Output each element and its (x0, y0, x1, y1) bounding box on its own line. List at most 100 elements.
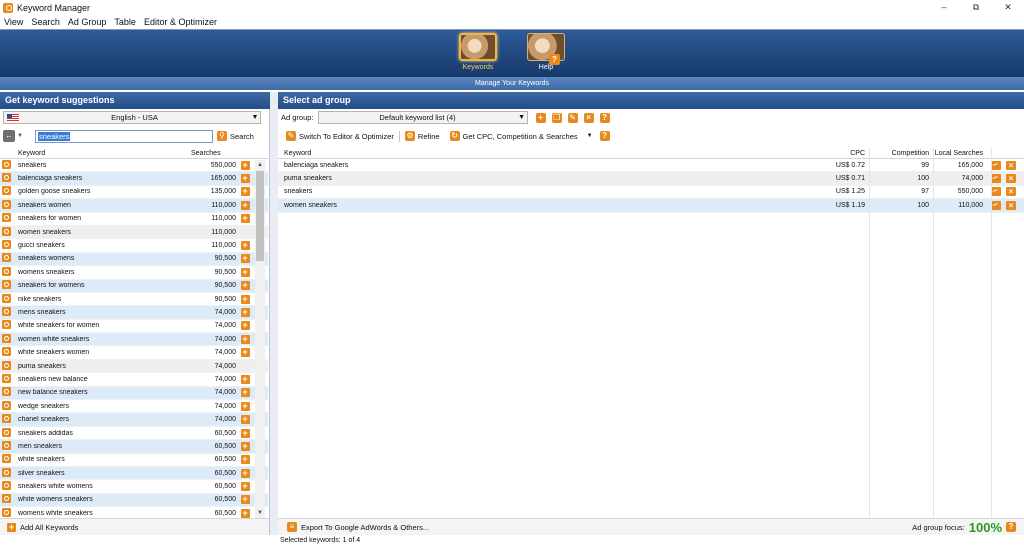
table-row[interactable]: womens sneakers 90,500 + (0, 266, 268, 280)
history-dropdown-icon[interactable]: ▼ (15, 133, 25, 139)
refine-button[interactable]: ⚙ Refine (400, 131, 445, 141)
trend-chart-icon[interactable] (991, 200, 1001, 210)
table-row[interactable]: sneakers addidas 60,500 + (0, 427, 268, 441)
table-row[interactable]: women sneakers US$ 1.19 100 110,000 × (278, 199, 1024, 213)
nav-keywords-button[interactable]: Keywords (456, 33, 500, 71)
table-row[interactable]: silver sneakers 60,500 + (0, 466, 268, 481)
help-icon[interactable]: ? (599, 131, 610, 141)
table-row[interactable]: gucci sneakers 110,000 + (0, 239, 268, 253)
col-local-searches[interactable]: Local Searches (929, 148, 987, 158)
table-row[interactable]: sneakers womens 90,500 + (0, 252, 268, 267)
add-keyword-icon[interactable]: + (240, 374, 250, 384)
table-row[interactable]: chanel sneakers 74,000 + (0, 413, 268, 427)
export-button[interactable]: ≡ Export To Google AdWords & Others... (278, 522, 429, 532)
add-keyword-icon[interactable]: + (240, 307, 250, 317)
scroll-thumb[interactable] (256, 171, 264, 261)
menu-search[interactable]: Search (27, 17, 64, 27)
table-row[interactable]: men sneakers 60,500 + (0, 440, 268, 454)
add-keyword-icon[interactable]: + (240, 187, 250, 197)
table-row[interactable]: puma sneakers 74,000 (0, 359, 268, 374)
language-select[interactable]: English - USA ▼ (3, 111, 261, 124)
col-keyword[interactable]: Keyword (14, 148, 189, 158)
add-ad-group-icon[interactable]: + (535, 112, 546, 123)
add-keyword-icon[interactable]: + (240, 241, 250, 251)
table-row[interactable]: golden goose sneakers 135,000 + (0, 186, 268, 200)
menu-view[interactable]: View (0, 17, 27, 27)
table-row[interactable]: white sneakers for women 74,000 + (0, 320, 268, 334)
table-row[interactable]: balenciaga sneakers US$ 0.72 99 165,000 × (278, 159, 1024, 173)
add-all-keywords-button[interactable]: + Add All Keywords (0, 522, 78, 532)
add-keyword-icon[interactable]: + (240, 321, 250, 331)
add-keyword-icon[interactable]: + (240, 468, 250, 478)
add-keyword-icon[interactable]: + (240, 415, 250, 425)
add-keyword-icon[interactable]: + (240, 254, 250, 264)
table-row[interactable]: sneakers 550,000 + (0, 159, 268, 173)
search-button[interactable]: ⚲ Search (217, 130, 254, 143)
col-searches[interactable]: Searches (189, 148, 239, 158)
scroll-down-icon[interactable]: ▼ (255, 508, 265, 518)
add-keyword-icon[interactable]: + (240, 334, 250, 344)
table-row[interactable]: women white sneakers 74,000 + (0, 333, 268, 347)
suggestions-scrollbar[interactable]: ▲ ▼ (255, 160, 265, 518)
close-button[interactable]: ✕ (992, 0, 1024, 15)
chevron-down-icon[interactable]: ▼ (587, 133, 593, 139)
table-row[interactable]: sneakers US$ 1.25 97 550,000 × (278, 186, 1024, 200)
menu-ad-group[interactable]: Ad Group (64, 17, 111, 27)
add-keyword-icon[interactable]: + (240, 281, 250, 291)
add-keyword-icon[interactable]: + (240, 455, 250, 465)
add-keyword-icon[interactable]: + (240, 401, 250, 411)
add-keyword-icon[interactable]: + (240, 508, 250, 518)
table-row[interactable]: wedge sneakers 74,000 + (0, 400, 268, 414)
remove-icon[interactable]: × (1006, 160, 1016, 170)
restore-button[interactable]: ⧉ (960, 0, 992, 15)
trend-chart-icon[interactable] (991, 187, 1001, 197)
table-row[interactable]: white sneakers women 74,000 + (0, 346, 268, 360)
add-keyword-icon[interactable]: + (240, 294, 250, 304)
rename-ad-group-icon[interactable]: ✎ (567, 112, 578, 123)
add-keyword-icon[interactable]: + (240, 200, 250, 210)
col-cpc[interactable]: CPC (813, 148, 865, 158)
add-keyword-icon[interactable]: + (240, 214, 250, 224)
table-row[interactable]: nike sneakers 90,500 + (0, 293, 268, 307)
table-row[interactable]: white sneakers 60,500 + (0, 454, 268, 467)
menu-table[interactable]: Table (110, 17, 140, 27)
table-row[interactable]: balenciaga sneakers 165,000 + (0, 172, 268, 186)
add-keyword-icon[interactable]: + (240, 160, 250, 170)
get-cpc-button[interactable]: ↻ Get CPC, Competition & Searches ▼ (445, 131, 598, 141)
remove-icon[interactable]: × (1006, 174, 1016, 184)
table-row[interactable]: new balance sneakers 74,000 + (0, 386, 268, 401)
panel-splitter[interactable] (270, 92, 278, 535)
scroll-up-icon[interactable]: ▲ (255, 160, 265, 170)
minimize-button[interactable]: – (928, 0, 960, 15)
add-keyword-icon[interactable]: + (240, 482, 250, 492)
table-row[interactable]: sneakers new balance 74,000 + (0, 373, 268, 387)
trend-chart-icon[interactable] (991, 174, 1001, 184)
col-keyword[interactable]: Keyword (278, 148, 813, 158)
help-icon[interactable]: ? (599, 112, 610, 123)
add-keyword-icon[interactable]: + (240, 174, 250, 184)
nav-help-button[interactable]: ? Help (524, 33, 568, 71)
delete-ad-group-icon[interactable]: × (583, 112, 594, 123)
switch-editor-button[interactable]: ✎ Switch To Editor & Optimizer (281, 131, 399, 141)
table-row[interactable]: puma sneakers US$ 0.71 100 74,000 × (278, 172, 1024, 186)
help-icon[interactable]: ? (1006, 522, 1016, 532)
table-row[interactable]: white womens sneakers 60,500 + (0, 493, 268, 508)
back-arrow-icon[interactable]: ← (3, 130, 15, 142)
ad-group-select[interactable]: Default keyword list (4) ▼ (317, 111, 528, 124)
copy-ad-group-icon[interactable]: ❐ (551, 112, 562, 123)
search-input[interactable]: sneakers (35, 129, 213, 143)
remove-icon[interactable]: × (1006, 187, 1016, 197)
trend-chart-icon[interactable] (991, 160, 1001, 170)
menu-editor-optimizer[interactable]: Editor & Optimizer (140, 17, 221, 27)
add-keyword-icon[interactable]: + (240, 495, 250, 505)
table-row[interactable]: sneakers white womens 60,500 + (0, 480, 268, 494)
add-keyword-icon[interactable]: + (240, 441, 250, 451)
table-row[interactable]: sneakers for women 110,000 + (0, 213, 268, 226)
add-keyword-icon[interactable]: + (240, 428, 250, 438)
add-keyword-icon[interactable]: + (240, 388, 250, 398)
table-row[interactable]: mens sneakers 74,000 + (0, 306, 268, 320)
remove-icon[interactable]: × (1006, 200, 1016, 210)
table-row[interactable]: sneakers women 110,000 + (0, 199, 268, 213)
add-keyword-icon[interactable]: + (240, 348, 250, 358)
table-row[interactable]: sneakers for womens 90,500 + (0, 279, 268, 293)
